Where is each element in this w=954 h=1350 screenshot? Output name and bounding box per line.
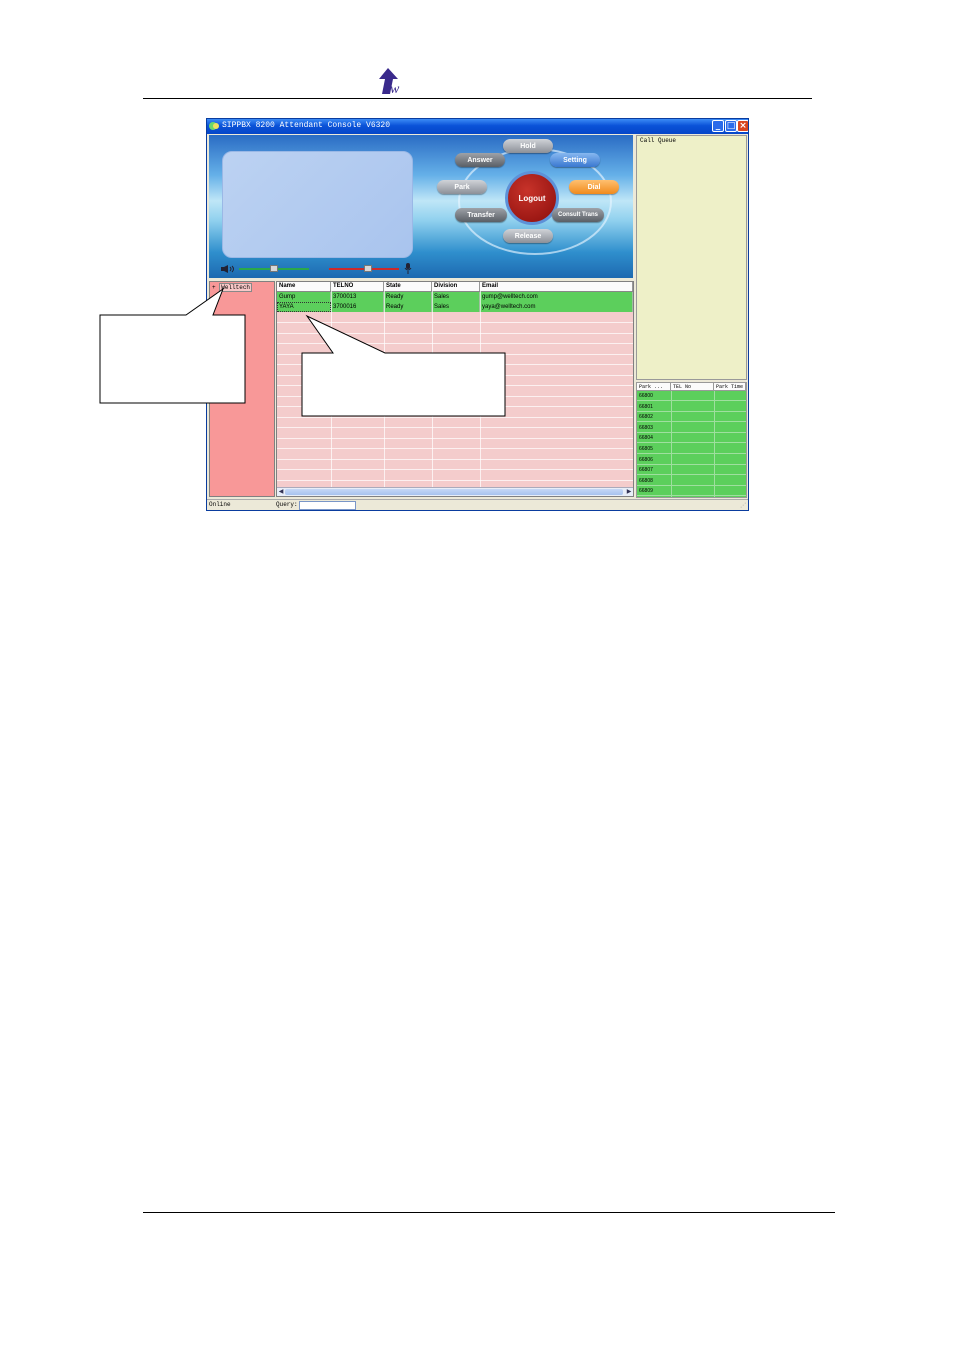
park-row[interactable]: 66802 xyxy=(637,412,746,423)
grid-column-line xyxy=(480,291,481,487)
park-row[interactable]: 66806 xyxy=(637,455,746,465)
scroll-left-icon[interactable]: ◀ xyxy=(277,488,285,496)
park-row[interactable]: 66804 xyxy=(637,433,746,444)
microphone-icon xyxy=(404,263,412,274)
grid-column-line xyxy=(432,291,433,487)
cell-division: Sales xyxy=(432,302,480,312)
speaker-icon xyxy=(221,265,234,273)
title-bar[interactable]: SIPPBX 8200 Attendant Console V6320 _ □ … xyxy=(207,119,748,134)
contacts-grid[interactable]: Name TELNO State Division Email Gump 370… xyxy=(276,281,634,497)
app-icon xyxy=(209,122,219,130)
cell-name: YAYA xyxy=(277,302,331,312)
transfer-button[interactable]: Transfer xyxy=(455,208,507,222)
cell-name: Gump xyxy=(277,292,331,302)
park-row[interactable]: 66803 xyxy=(637,423,746,433)
park-row[interactable]: 66809 xyxy=(637,486,746,497)
scrollbar-thumb[interactable] xyxy=(285,489,623,495)
window-title: SIPPBX 8200 Attendant Console V6320 xyxy=(222,121,391,130)
organization-tree[interactable]: + Welltech xyxy=(209,281,275,497)
hold-button[interactable]: Hold xyxy=(503,139,553,153)
park-slot-number: 66809 xyxy=(639,488,653,495)
park-slot-number: 66804 xyxy=(639,435,653,442)
park-table[interactable]: Park ... TEL No Park Time 66800 66801 6680… xyxy=(636,382,747,498)
setting-button[interactable]: Setting xyxy=(550,153,600,167)
park-slot-number: 66800 xyxy=(639,393,653,399)
cell-telno: 3700013 xyxy=(331,292,384,302)
park-slot-number: 66806 xyxy=(639,456,653,463)
tree-node-welltech[interactable]: + Welltech xyxy=(212,283,253,292)
park-slot-number: 66801 xyxy=(639,403,653,410)
grid-column-line xyxy=(331,291,332,487)
tree-expand-icon[interactable]: + xyxy=(212,284,216,291)
status-bar: Online Query: ⋰ xyxy=(207,499,748,510)
cell-state: Ready xyxy=(384,302,432,312)
speaker-volume-knob[interactable] xyxy=(270,265,278,272)
park-time-column-header[interactable]: Park Time xyxy=(714,383,746,391)
mic-volume-knob[interactable] xyxy=(363,265,372,272)
logout-button[interactable]: Logout xyxy=(505,171,559,225)
cell-email: yaya@welltech.com xyxy=(480,302,633,312)
park-button[interactable]: Park xyxy=(437,180,487,194)
park-slot-number: 66802 xyxy=(639,414,653,421)
park-row[interactable]: 66800 xyxy=(637,391,746,401)
park-column-header[interactable]: Park ... xyxy=(637,383,671,391)
footer-rule xyxy=(143,1212,835,1213)
cell-division: Sales xyxy=(432,292,480,302)
release-button[interactable]: Release xyxy=(503,229,553,243)
park-row[interactable]: 66808 xyxy=(637,476,746,486)
mic-volume-slider[interactable] xyxy=(329,265,399,272)
park-slot-number: 66807 xyxy=(639,467,653,474)
dial-button[interactable]: Dial xyxy=(569,180,619,194)
park-slot-number: 66808 xyxy=(639,477,653,484)
consult-trans-button[interactable]: Consult Trans xyxy=(552,208,604,222)
attendant-console-window: SIPPBX 8200 Attendant Console V6320 _ □ … xyxy=(206,118,749,511)
call-queue-panel[interactable]: Call Queue xyxy=(636,135,747,380)
svg-text:w: w xyxy=(390,82,400,96)
cell-email: gump@welltech.com xyxy=(480,292,633,302)
column-header-telno[interactable]: TELNO xyxy=(331,282,384,291)
control-panel: Hold Answer Setting Park Logout Dial Tra… xyxy=(209,135,633,278)
column-header-email[interactable]: Email xyxy=(480,282,633,291)
park-row[interactable]: 66807 xyxy=(637,465,746,476)
call-queue-title: Call Queue xyxy=(640,137,677,144)
cell-telno: 3700016 xyxy=(331,302,384,312)
column-header-name[interactable]: Name xyxy=(277,282,331,291)
header-rule xyxy=(143,98,812,99)
column-header-division[interactable]: Division xyxy=(432,282,480,291)
tree-node-label[interactable]: Welltech xyxy=(219,283,253,292)
status-online: Online xyxy=(209,501,231,508)
call-display-screen xyxy=(222,151,413,258)
park-slot-number: 66805 xyxy=(639,446,653,452)
company-logo-icon: w xyxy=(379,68,400,96)
park-slot-number: 66803 xyxy=(639,424,653,431)
maximize-button[interactable]: □ xyxy=(725,120,737,132)
minimize-button[interactable]: _ xyxy=(712,120,724,132)
park-row[interactable]: 66801 xyxy=(637,402,746,412)
tel-no-column-header[interactable]: TEL No xyxy=(671,383,714,391)
close-button[interactable]: × xyxy=(737,120,748,132)
horizontal-scrollbar[interactable]: ◀ ▶ xyxy=(277,487,633,496)
column-header-state[interactable]: State xyxy=(384,282,432,291)
query-input[interactable] xyxy=(299,501,356,510)
grid-column-line xyxy=(384,291,385,487)
park-row[interactable]: 66805 xyxy=(637,444,746,454)
scroll-right-icon[interactable]: ▶ xyxy=(625,488,633,496)
cell-state: Ready xyxy=(384,292,432,302)
query-label: Query: xyxy=(276,501,298,508)
speaker-volume-slider[interactable] xyxy=(239,265,309,272)
answer-button[interactable]: Answer xyxy=(455,153,505,167)
resize-grip-icon[interactable]: ⋰ xyxy=(740,502,746,509)
